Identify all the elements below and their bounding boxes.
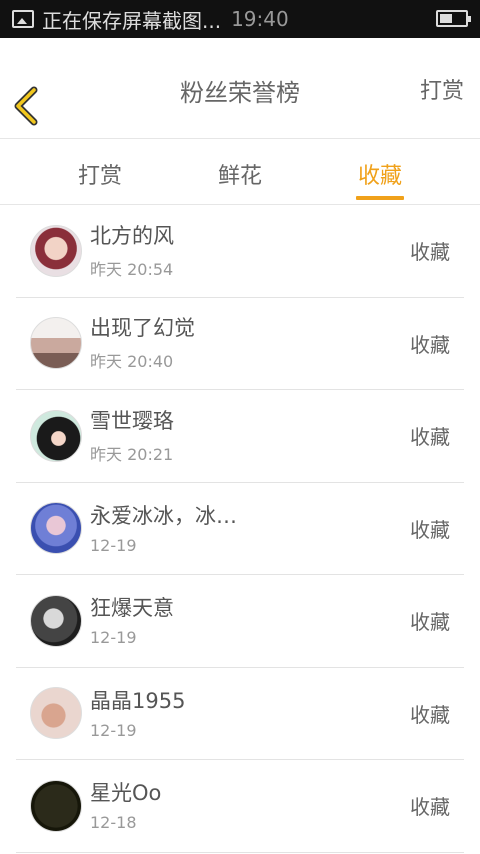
- reward-button[interactable]: 打赏: [420, 73, 464, 105]
- favorite-label: 收藏: [410, 517, 450, 542]
- list-item[interactable]: 雪世璎珞 昨天 20:21 收藏: [16, 390, 464, 483]
- favorite-label: 收藏: [410, 610, 450, 635]
- item-text: 星光Oo 12-18: [90, 779, 410, 832]
- avatar: [30, 502, 82, 555]
- user-name: 星光Oo: [90, 781, 162, 806]
- avatar: [30, 317, 82, 370]
- item-text: 雪世璎珞 昨天 20:21: [90, 407, 410, 465]
- nav-bar: 粉丝荣誉榜 打赏: [0, 38, 480, 139]
- user-name: 狂爆天意: [90, 596, 174, 621]
- item-text: 北方的风 昨天 20:54: [90, 222, 410, 280]
- user-name: 雪世璎珞: [90, 408, 174, 433]
- tab-reward[interactable]: 打赏: [30, 139, 170, 204]
- tab-flowers[interactable]: 鲜花: [170, 139, 310, 204]
- avatar: [30, 687, 82, 740]
- avatar: [30, 409, 82, 462]
- avatar: [30, 779, 82, 832]
- list-item[interactable]: 北方的风 昨天 20:54 收藏: [16, 205, 464, 298]
- image-icon: [12, 10, 34, 28]
- favorite-label: 收藏: [410, 425, 450, 450]
- item-time: 12-18: [90, 813, 137, 833]
- item-time: 12-19: [90, 535, 137, 555]
- list-item[interactable]: 永爱冰冰，冰… 12-19 收藏: [16, 483, 464, 575]
- user-name: 北方的风: [90, 223, 174, 248]
- user-name: 出现了幻觉: [90, 316, 195, 341]
- item-time: 昨天 20:40: [90, 352, 174, 372]
- list-item[interactable]: 晶晶1955 12-19 收藏: [16, 668, 464, 760]
- favorite-label: 收藏: [410, 332, 450, 357]
- favorite-label: 收藏: [410, 795, 450, 820]
- item-time: 12-19: [90, 628, 137, 648]
- avatar: [30, 224, 82, 277]
- item-time: 昨天 20:54: [90, 259, 174, 279]
- item-time: 昨天 20:21: [90, 444, 174, 464]
- user-name: 晶晶1955: [90, 688, 186, 713]
- avatar: [30, 594, 82, 647]
- list-item[interactable]: 狂爆天意 12-19 收藏: [16, 575, 464, 668]
- tab-favorites[interactable]: 收藏: [310, 139, 450, 204]
- favorite-label: 收藏: [410, 702, 450, 727]
- user-name: 永爱冰冰，冰…: [90, 503, 237, 528]
- page-title: 粉丝荣誉榜: [180, 79, 300, 107]
- status-time: 19:40: [231, 7, 289, 31]
- item-time: 12-19: [90, 720, 137, 740]
- status-notification: 正在保存屏幕截图...: [42, 8, 222, 33]
- item-text: 狂爆天意 12-19: [90, 594, 410, 647]
- list-item[interactable]: 星光Oo 12-18 收藏: [16, 760, 464, 853]
- item-text: 出现了幻觉 昨天 20:40: [90, 314, 410, 372]
- status-left: 正在保存屏幕截图... 19:40: [12, 5, 289, 34]
- fan-list: 北方的风 昨天 20:54 收藏 出现了幻觉 昨天 20:40 收藏 雪世璎珞 …: [0, 205, 480, 853]
- item-text: 永爱冰冰，冰… 12-19: [90, 502, 410, 555]
- list-item[interactable]: 出现了幻觉 昨天 20:40 收藏: [16, 298, 464, 390]
- item-text: 晶晶1955 12-19: [90, 687, 410, 740]
- favorite-label: 收藏: [410, 240, 450, 265]
- status-bar: 正在保存屏幕截图... 19:40: [0, 0, 480, 38]
- tab-bar: 打赏 鲜花 收藏: [0, 139, 480, 205]
- battery-icon: [436, 10, 471, 27]
